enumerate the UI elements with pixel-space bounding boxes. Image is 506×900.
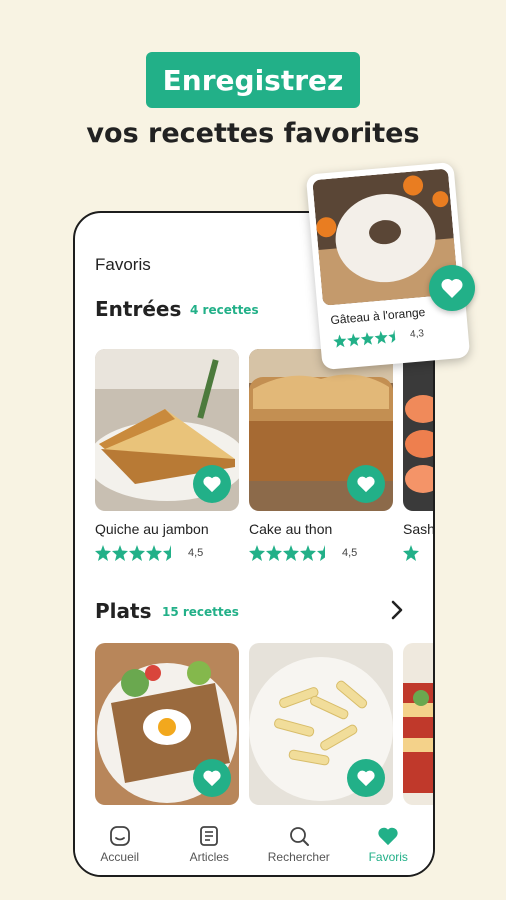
favorite-button[interactable] [347,465,385,503]
star-rating [403,545,433,561]
heart-icon [203,770,221,787]
rating-value: 4,5 [342,547,358,559]
home-icon [109,826,130,846]
promo-badge: Enregistrez [146,52,360,108]
recipe-image-lasagna[interactable] [403,643,433,805]
bottom-nav: Accueil Articles Rechercher Favoris [75,817,433,875]
section-count-entrees[interactable]: 4 recettes [190,303,259,317]
heart-icon [357,770,375,787]
nav-label: Articles [189,850,229,864]
recipe-card[interactable] [403,643,433,805]
nav-item-articles[interactable]: Articles [169,817,249,864]
rating-value: 4,5 [188,547,204,559]
recipe-name: Quiche au jambon [95,521,209,537]
search-icon [289,827,309,846]
recipe-rating: 4,5 [95,545,203,561]
heart-icon [441,278,463,298]
chevron-right-icon[interactable] [385,598,409,622]
recipe-card[interactable]: Sash [403,349,433,561]
rating-value: 4,3 [409,328,425,341]
floating-recipe-name: Gâteau à l'orange [329,304,426,328]
recipe-image-galette[interactable] [95,643,239,805]
recipe-rating [403,545,433,561]
favorite-button[interactable] [193,465,231,503]
nav-label: Accueil [100,850,140,864]
nav-item-rechercher[interactable]: Rechercher [259,817,339,864]
recipe-card[interactable]: Cake au thon 4,5 [249,349,393,561]
star-rating [95,545,181,561]
recipe-rating: 4,5 [249,545,357,561]
nav-label: Favoris [368,850,408,864]
article-icon [200,826,219,846]
recipe-image-quiche[interactable] [95,349,239,511]
nav-item-favoris[interactable]: Favoris [348,817,428,864]
favorite-button[interactable] [193,759,231,797]
recipe-card[interactable]: Quiche au jambon 4,5 [95,349,239,561]
heart-icon [357,476,375,493]
heart-icon [378,827,398,846]
nav-item-accueil[interactable]: Accueil [80,817,160,864]
star-rating [249,545,335,561]
recipe-name: Cake au thon [249,521,333,537]
heart-icon [203,476,221,493]
recipe-image-cake[interactable] [249,349,393,511]
section-title-entrees: Entrées [95,297,182,321]
recipe-image-sashimi[interactable] [403,349,433,511]
floating-recipe-rating: 4,3 [332,327,425,348]
recipe-name: Sash [403,521,435,537]
favorite-button[interactable] [347,759,385,797]
section-title-plats: Plats [95,599,152,623]
promo-subtitle: vos recettes favorites [86,118,420,149]
promo-badge-text: Enregistrez [162,63,344,97]
page-title: Favoris [95,255,151,274]
star-rating [333,329,396,348]
favorite-button[interactable] [429,265,475,311]
recipe-card[interactable] [249,643,393,805]
recipe-image-pasta[interactable] [249,643,393,805]
section-count-plats[interactable]: 15 recettes [162,605,239,619]
recipe-card[interactable] [95,643,239,805]
nav-label: Rechercher [267,850,330,864]
